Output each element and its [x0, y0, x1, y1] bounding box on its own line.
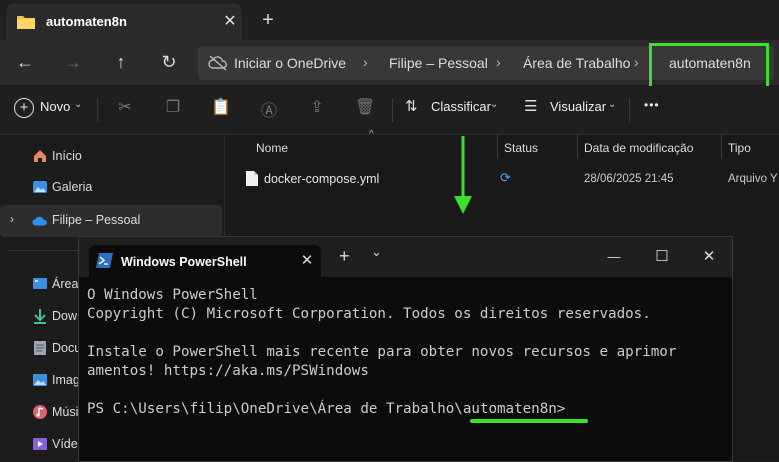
desktop-icon	[33, 278, 47, 289]
back-button[interactable]: ←	[9, 46, 41, 78]
sidebar-item-label: Galeria	[52, 180, 93, 194]
breadcrumb-separator[interactable]: ›	[363, 54, 368, 70]
plus-circle-icon: +	[14, 98, 34, 118]
column-header-type[interactable]: Tipo	[728, 141, 751, 155]
sidebar-item-onedrive[interactable]: › Filipe – Pessoal	[0, 205, 222, 237]
sort-up-icon: ^	[369, 129, 374, 140]
navigation-bar: ← → ↑ ↻ Iniciar o OneDrive › Filipe – Pe…	[0, 40, 779, 89]
terminal-line: Copyright (C) Microsoft Corporation. Tod…	[87, 306, 651, 322]
onedrive-cloud-icon	[32, 216, 47, 226]
sidebar-item-label: Víde	[52, 437, 78, 451]
column-divider[interactable]	[497, 135, 498, 159]
explorer-tab[interactable]: automaten8n ✕	[6, 4, 242, 40]
column-divider[interactable]	[577, 135, 578, 159]
terminal-output[interactable]: O Windows PowerShell Copyright (C) Micro…	[87, 287, 727, 420]
cut-icon[interactable]: ✂	[115, 97, 135, 119]
divider	[629, 98, 630, 122]
sidebar-item-label: Início	[52, 149, 82, 163]
view-icon: ☰	[524, 98, 538, 115]
green-highlight-box	[649, 43, 769, 89]
refresh-button[interactable]: ↻	[153, 46, 185, 78]
close-window-button[interactable]: ✕	[694, 245, 724, 269]
explorer-tab-bar: automaten8n ✕ +	[0, 0, 779, 40]
file-type: Arquivo Y	[728, 173, 778, 185]
terminal-prompt: PS C:\Users\filip\OneDrive\Área de Traba…	[87, 401, 566, 417]
file-icon	[246, 171, 258, 186]
divider	[392, 98, 393, 122]
share-icon[interactable]: ⇪	[307, 97, 327, 119]
delete-icon[interactable]: 🗑	[355, 97, 375, 119]
chevron-down-icon: ⌄	[74, 99, 83, 110]
sidebar-item-label: Filipe – Pessoal	[52, 213, 141, 227]
chevron-right-icon[interactable]: ›	[10, 212, 14, 226]
gallery-icon	[33, 181, 47, 193]
breadcrumb-desktop[interactable]: Área de Trabalho	[523, 55, 630, 71]
table-row[interactable]: docker-compose.yml ⟳ 28/06/2025 21:45 Ar…	[235, 167, 778, 191]
breadcrumb-separator[interactable]: ›	[634, 54, 639, 70]
column-divider[interactable]	[721, 135, 722, 159]
new-tab-button[interactable]: +	[339, 246, 350, 267]
chevron-down-icon: ⌄	[608, 99, 617, 110]
powershell-tab[interactable]: Windows PowerShell ✕	[89, 245, 321, 277]
paste-icon[interactable]: 📋	[211, 97, 231, 119]
sidebar-item-label: Docu	[52, 341, 82, 355]
sidebar-item-label: Dow	[52, 309, 78, 323]
home-icon	[34, 150, 46, 162]
terminal-line: Instale o PowerShell mais recente para o…	[87, 344, 677, 360]
up-button[interactable]: ↑	[105, 46, 137, 78]
powershell-window: Windows PowerShell ✕ + ⌄ — ☐ ✕ O Windows…	[78, 236, 733, 462]
sort-icon: ⇅	[405, 98, 418, 115]
new-button[interactable]: Novo	[40, 99, 70, 114]
sync-icon: ⟳	[500, 170, 511, 185]
powershell-title-bar[interactable]: Windows PowerShell ✕ + ⌄ — ☐ ✕	[79, 237, 732, 277]
maximize-button[interactable]: ☐	[647, 245, 677, 269]
rename-icon[interactable]: Ⓐ	[259, 97, 279, 120]
music-icon	[33, 405, 47, 419]
address-bar[interactable]: Iniciar o OneDrive › Filipe – Pessoal › …	[198, 43, 774, 89]
column-header-name[interactable]: Nome	[256, 141, 288, 155]
breadcrumb-separator[interactable]: ›	[496, 54, 501, 70]
sidebar-item-gallery[interactable]: Galeria	[0, 172, 222, 202]
file-name: docker-compose.yml	[264, 172, 380, 186]
copy-icon[interactable]: ❐	[163, 97, 183, 119]
terminal-line: amentos! https://aka.ms/PSWindows	[87, 363, 369, 379]
close-tab-icon[interactable]: ✕	[220, 12, 240, 32]
video-icon	[33, 438, 47, 450]
column-header-status[interactable]: Status	[504, 141, 538, 155]
sort-button[interactable]: Classificar	[431, 99, 491, 114]
more-options-button[interactable]: •••	[644, 98, 660, 112]
chevron-down-icon: ⌄	[490, 99, 499, 110]
download-icon	[34, 309, 46, 324]
powershell-icon	[96, 253, 113, 268]
sidebar-item-label: Imag	[52, 373, 80, 387]
sidebar-item-home[interactable]: Início	[0, 141, 222, 171]
powershell-tab-title: Windows PowerShell	[121, 255, 247, 269]
dropdown-chevron-icon[interactable]: ⌄	[371, 244, 382, 260]
column-header-modified[interactable]: Data de modificação	[584, 141, 693, 155]
green-arrow-down-icon	[454, 136, 472, 214]
sidebar-item-label: Músi	[52, 405, 79, 419]
command-bar: + Novo ⌄ ✂ ❐ 📋 Ⓐ ⇪ 🗑 ⇅ Classificar ⌄ ☰ V…	[0, 86, 779, 135]
explorer-tab-title: automaten8n	[46, 14, 127, 29]
view-button[interactable]: Visualizar	[550, 99, 606, 114]
breadcrumb-filipe[interactable]: Filipe – Pessoal	[389, 55, 488, 71]
new-tab-button[interactable]: +	[258, 8, 278, 32]
green-underline-annotation	[470, 419, 588, 423]
forward-button[interactable]: →	[57, 46, 89, 78]
image-icon	[33, 374, 47, 386]
document-icon	[34, 341, 46, 355]
minimize-button[interactable]: —	[599, 245, 629, 269]
terminal-line: O Windows PowerShell	[87, 287, 258, 303]
folder-icon	[17, 16, 35, 29]
divider	[97, 98, 98, 122]
cloud-off-icon	[208, 55, 227, 71]
file-modified: 28/06/2025 21:45	[584, 173, 674, 185]
sidebar-item-label: Área	[52, 277, 79, 291]
close-tab-icon[interactable]: ✕	[297, 251, 317, 271]
breadcrumb-onedrive[interactable]: Iniciar o OneDrive	[234, 55, 346, 71]
